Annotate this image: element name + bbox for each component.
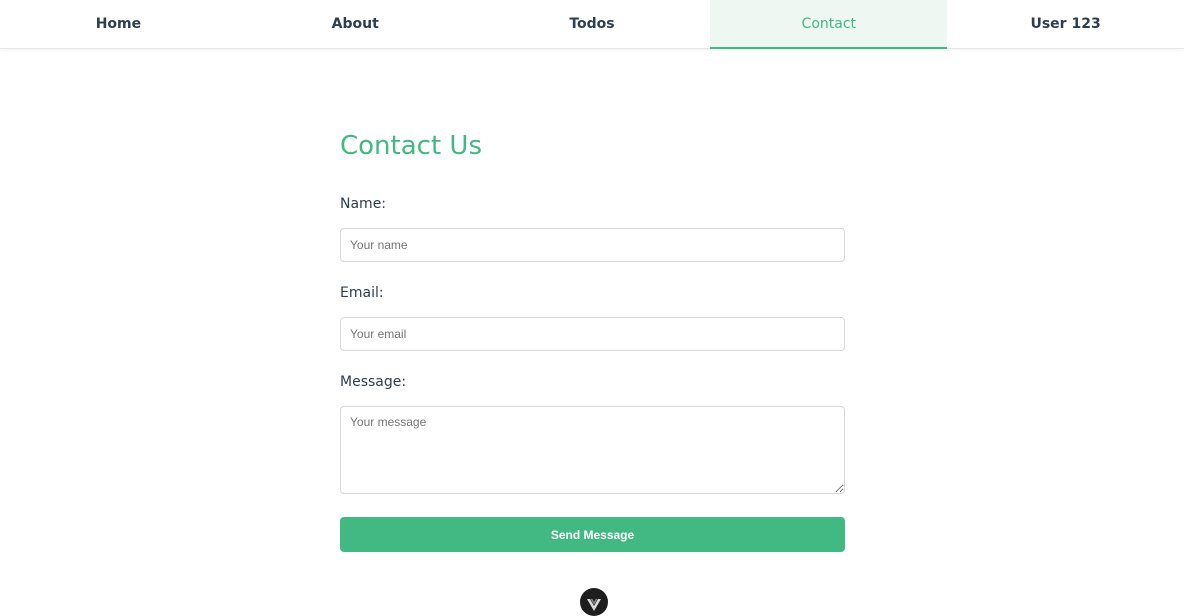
nav-item-home[interactable]: Home <box>0 0 237 48</box>
nav-item-todos[interactable]: Todos <box>474 0 711 48</box>
email-label: Email: <box>340 285 384 301</box>
contact-section: Contact Us Name: Email: Message: Send Me… <box>340 128 845 552</box>
message-textarea[interactable] <box>340 406 845 494</box>
message-label: Message: <box>340 374 407 390</box>
nav-item-user[interactable]: User 123 <box>947 0 1184 48</box>
send-message-button[interactable]: Send Message <box>340 517 845 552</box>
nav-item-label: Contact <box>801 16 857 32</box>
contact-form: Name: Email: Message: Send Message <box>340 195 845 552</box>
nav-item-label: Todos <box>569 16 615 32</box>
vue-devtools-button[interactable] <box>580 588 608 616</box>
top-navbar: Home About Todos Contact User 123 <box>0 0 1184 49</box>
name-input[interactable] <box>340 228 845 262</box>
name-label: Name: <box>340 196 387 212</box>
nav-item-label: Home <box>95 16 142 32</box>
nav-item-label: User 123 <box>1030 16 1101 32</box>
nav-item-contact[interactable]: Contact <box>710 0 948 49</box>
page-title: Contact Us <box>340 131 482 161</box>
vue-logo-icon <box>587 596 601 615</box>
email-input[interactable] <box>340 317 845 351</box>
nav-item-about[interactable]: About <box>237 0 474 48</box>
nav-item-label: About <box>331 16 379 32</box>
